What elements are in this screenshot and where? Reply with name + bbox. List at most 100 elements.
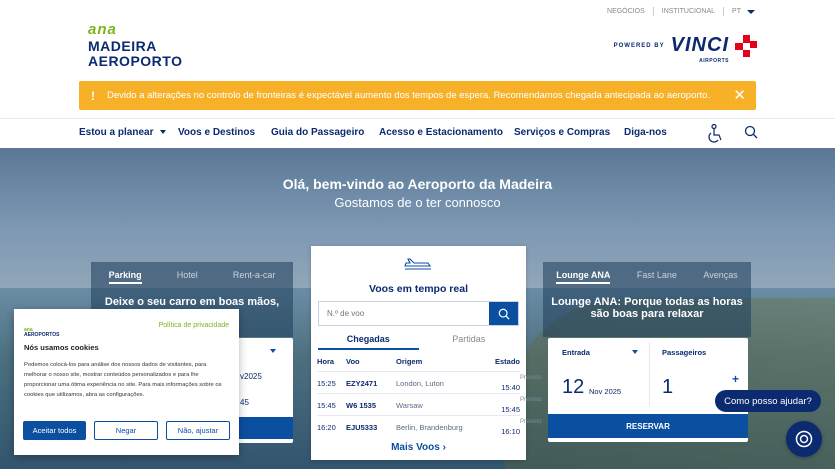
divider <box>723 7 725 16</box>
tab-lounge-ana[interactable]: Lounge ANA <box>556 270 611 284</box>
accept-all-button[interactable]: Aceitar todos <box>23 421 86 440</box>
parking-search-button[interactable] <box>230 417 293 439</box>
table-row[interactable]: 16:20 EJU5333 Berlin, Brandenburg Previs… <box>317 415 542 438</box>
cookie-text: Podemos colocá-los para análise dos noss… <box>24 362 222 398</box>
parking-date-entry[interactable]: v2025 <box>240 372 262 381</box>
entry-month[interactable]: Nov 2025 <box>589 387 621 396</box>
status-time: 15:40 <box>501 383 520 392</box>
tab-partidas[interactable]: Partidas <box>419 334 520 350</box>
lounge-form: Entrada Passageiros 12 Nov 2025 1 + RESE… <box>548 338 748 442</box>
logo-line1: MADEIRA <box>88 38 157 54</box>
status-label: Previsto <box>520 375 542 381</box>
flight-time: 16:20 <box>317 423 336 432</box>
chat-icon <box>795 430 813 448</box>
flight-number-input[interactable] <box>319 302 489 325</box>
tab-parking[interactable]: Parking <box>108 270 142 284</box>
flight-number: W6 1535 <box>346 401 377 410</box>
flight-time: 15:25 <box>317 379 336 388</box>
plane-icon <box>404 258 432 273</box>
lounge-message-line1: Lounge ANA: Porque todas as horas <box>551 296 743 308</box>
tab-avencas[interactable]: Avenças <box>703 270 737 284</box>
parking-tabs: Parking Hotel Rent-a-car <box>91 262 293 284</box>
parking-time-entry[interactable]: 45 <box>240 398 249 407</box>
status-label: Previsto <box>520 419 542 425</box>
welcome-title: Olá, bem-vindo ao Aeroporto da Madeira <box>282 176 553 192</box>
help-chat-bubble[interactable]: Como posso ajudar? <box>715 390 821 412</box>
tab-chegadas[interactable]: Chegadas <box>318 334 419 350</box>
nav-item-estou-a-planear[interactable]: Estou a planear <box>79 127 167 138</box>
entry-day[interactable]: 12 <box>562 376 584 399</box>
flight-time: 15:45 <box>317 401 336 410</box>
col-voo: Voo <box>346 357 360 366</box>
status-time: 16:10 <box>501 427 520 436</box>
nav-item-diga-nos[interactable]: Diga-nos <box>624 127 667 138</box>
adjust-button[interactable]: Não, ajustar <box>166 421 230 440</box>
flight-search-button[interactable] <box>489 302 518 325</box>
col-origem: Origem <box>396 357 423 366</box>
status-label: Previsto <box>520 397 542 403</box>
flight-number: EZY2471 <box>346 379 378 388</box>
vinci-name: VINCI AIRPORTS <box>670 34 729 64</box>
table-row[interactable]: 15:25 EZY2471 London, Luton Previsto 15:4… <box>317 371 542 393</box>
status-time: 15:45 <box>501 405 520 414</box>
lounge-message-line2: são boas para relaxar <box>590 308 704 320</box>
chevron-down-icon[interactable] <box>632 350 638 354</box>
reserve-button[interactable]: RESERVAR <box>548 414 748 438</box>
nav-item-guia-do-passageiro[interactable]: Guia do Passageiro <box>271 127 364 138</box>
chevron-down-icon <box>160 130 167 135</box>
accessibility-icon[interactable] <box>706 123 724 149</box>
flight-tabs: Chegadas Partidas <box>318 334 519 350</box>
parking-message: Deixe o seu carro em boas mãos, <box>104 296 280 308</box>
madeira-airport-logo[interactable]: ana MADEIRA AEROPORTO <box>88 22 182 68</box>
language-selector[interactable]: PT <box>732 8 755 15</box>
flight-status: Previsto 15:45 <box>501 396 541 416</box>
parking-form: v2025 45 <box>230 338 293 443</box>
realtime-flights-card: Voos em tempo real Chegadas Partidas Hor… <box>311 246 542 460</box>
logo-ana: ana <box>88 21 117 38</box>
tab-fast-lane[interactable]: Fast Lane <box>637 270 677 284</box>
border-control-alert: ! Devido a alterações no controlo de fro… <box>79 81 756 110</box>
logo-line2: AEROPORTO <box>88 53 183 69</box>
divider <box>652 7 654 16</box>
vinci-wordmark: VINCI <box>670 34 729 56</box>
flight-status: Previsto 16:10 <box>501 418 541 438</box>
alert-icon: ! <box>91 88 95 103</box>
add-passenger-button[interactable]: + <box>732 372 739 386</box>
flight-origin: London, Luton <box>396 379 444 388</box>
language-label: PT <box>732 8 741 15</box>
tab-hotel[interactable]: Hotel <box>177 270 198 284</box>
link-negocios[interactable]: NEGÓCIOS <box>607 8 645 15</box>
powered-by-label: POWERED BY <box>613 42 665 49</box>
header: ana MADEIRA AEROPORTO NEGÓCIOS INSTITUCI… <box>0 0 835 118</box>
privacy-policy-link[interactable]: Política de privacidade <box>159 322 229 329</box>
deny-button[interactable]: Negar <box>94 421 158 440</box>
tab-rent-a-car[interactable]: Rent-a-car <box>233 270 276 284</box>
close-icon[interactable]: ✕ <box>733 86 746 104</box>
search-icon <box>498 308 510 320</box>
welcome-banner: Olá, bem-vindo ao Aeroporto da Madeira G… <box>0 176 835 210</box>
nav-item-voos-e-destinos[interactable]: Voos e Destinos <box>178 127 255 138</box>
passenger-count: 1 <box>662 376 674 398</box>
vinci-airports-logo[interactable]: POWERED BY VINCI AIRPORTS <box>613 34 757 64</box>
flight-origin: Warsaw <box>396 401 423 410</box>
col-estado: Estado <box>494 357 520 366</box>
welcome-subtitle: Gostamos de o ter connosco <box>334 195 501 210</box>
lounge-card: Lounge ANA Fast Lane Avenças Lounge ANA:… <box>543 262 751 337</box>
chat-launcher-button[interactable] <box>786 421 822 457</box>
lounge-tabs: Lounge ANA Fast Lane Avenças <box>543 262 751 284</box>
vinci-airports-label: AIRPORTS <box>699 58 729 64</box>
table-row[interactable]: 15:45 W6 1535 Warsaw Previsto 15:45 <box>317 393 542 416</box>
nav-item-servicos-e-compras[interactable]: Serviços e Compras <box>514 127 610 138</box>
link-institucional[interactable]: INSTITUCIONAL <box>662 8 715 15</box>
nav-label: Estou a planear <box>79 127 154 138</box>
divider <box>649 342 650 406</box>
cookie-banner: ana AEROPORTOS Política de privacidade Nó… <box>14 309 239 455</box>
flight-origin: Berlin, Brandenburg <box>396 423 463 432</box>
nav-item-acesso-e-estacionamento[interactable]: Acesso e Estacionamento <box>379 127 503 138</box>
alert-text: Devido a alterações no controlo de front… <box>107 90 711 101</box>
vinci-cross-icon <box>735 34 757 57</box>
flight-search <box>318 301 519 326</box>
search-icon[interactable] <box>744 125 758 144</box>
chevron-down-icon[interactable] <box>270 349 276 353</box>
more-flights-link[interactable]: Mais Voos › <box>311 442 526 453</box>
